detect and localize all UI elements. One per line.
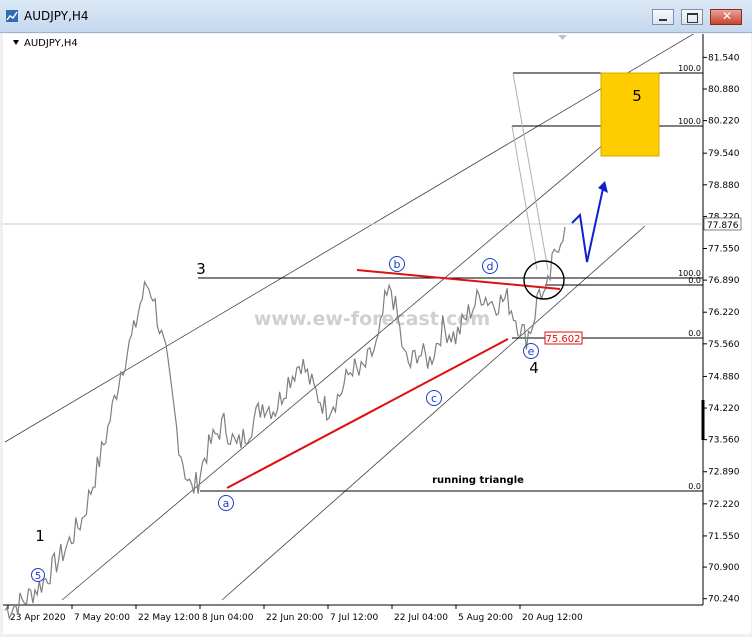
watermark: www.ew-forecast.com — [254, 308, 490, 330]
time-tick-label: 8 Jun 04:00 — [202, 613, 254, 623]
fib-label: 0.0 — [688, 482, 701, 491]
price-tick-label: 76.890 — [708, 276, 740, 286]
fib-label: 0.0 — [688, 276, 701, 285]
wave-label-c: c — [431, 392, 437, 405]
price-tick-label: 80.880 — [708, 85, 740, 95]
price-tick-label: 81.540 — [708, 53, 740, 63]
price-chart: AUDJPY,H4 81.540 80.880 80.220 79.540 78.880… — [3, 32, 751, 634]
chart-window-icon — [6, 10, 18, 22]
wave-label-1: 1 — [35, 527, 45, 545]
price-tick-label: 74.220 — [708, 404, 740, 414]
current-price-value: 77.876 — [707, 221, 739, 231]
price-tick-label: 78.880 — [708, 181, 740, 191]
minimize-icon — [659, 19, 667, 21]
price-box-label: 75.602 — [546, 334, 581, 345]
restore-icon — [687, 13, 698, 23]
price-tick-label: 77.550 — [708, 245, 740, 255]
wave-label-e: e — [528, 345, 535, 358]
price-tick-label: 79.540 — [708, 149, 740, 159]
price-tick-label: 72.220 — [708, 500, 740, 510]
window-titlebar: AUDJPY,H4 ✕ — [0, 0, 752, 33]
time-tick-label: 22 Jun 20:00 — [266, 613, 323, 623]
price-tick-label: 74.880 — [708, 372, 740, 382]
time-tick-label: 22 Jul 04:00 — [394, 613, 448, 623]
wave-label-b: b — [394, 258, 401, 271]
window-title: AUDJPY,H4 — [24, 9, 89, 23]
fib-label: 0.0 — [688, 329, 701, 338]
price-tick-label: 70.900 — [708, 563, 740, 573]
restore-button[interactable] — [681, 9, 703, 25]
time-tick-label: 5 Aug 20:00 — [458, 613, 513, 623]
terminal-window: AUDJPY,H4 ✕ AUDJPY,H4 81.540 80.880 80.220… — [0, 0, 752, 637]
wave-label-5: 5 — [632, 87, 642, 105]
price-tick-label: 73.560 — [708, 436, 740, 446]
price-tick-label: 75.560 — [708, 340, 740, 350]
wave-label-circled-5: 5 — [35, 571, 41, 582]
price-tick-label: 71.550 — [708, 532, 740, 542]
wave5-target-zone — [600, 72, 660, 157]
close-icon: ✕ — [722, 9, 733, 23]
chart-area[interactable]: AUDJPY,H4 81.540 80.880 80.220 79.540 78.880… — [3, 32, 751, 634]
price-tick-label: 76.220 — [708, 308, 740, 318]
price-tick-label: 80.220 — [708, 117, 740, 127]
close-button[interactable]: ✕ — [710, 9, 742, 25]
wave-label-4: 4 — [529, 359, 539, 377]
time-tick-label: 22 May 12:00 — [138, 613, 200, 623]
wave-label-3: 3 — [196, 260, 206, 278]
wave-label-d: d — [487, 260, 494, 273]
time-tick-label: 20 Aug 12:00 — [522, 613, 583, 623]
pattern-annotation: running triangle — [432, 475, 524, 486]
time-tick-label: 7 Jul 12:00 — [330, 613, 379, 623]
fib-label: 100.0 — [678, 117, 701, 126]
time-tick-label: 7 May 20:00 — [74, 613, 130, 623]
fib-label: 100.0 — [678, 64, 701, 73]
chart-symbol-label: AUDJPY,H4 — [24, 38, 78, 49]
price-tick-label: 70.240 — [708, 595, 740, 605]
wave-label-a: a — [223, 497, 230, 510]
minimize-button[interactable] — [652, 9, 674, 25]
price-tick-label: 72.890 — [708, 468, 740, 478]
